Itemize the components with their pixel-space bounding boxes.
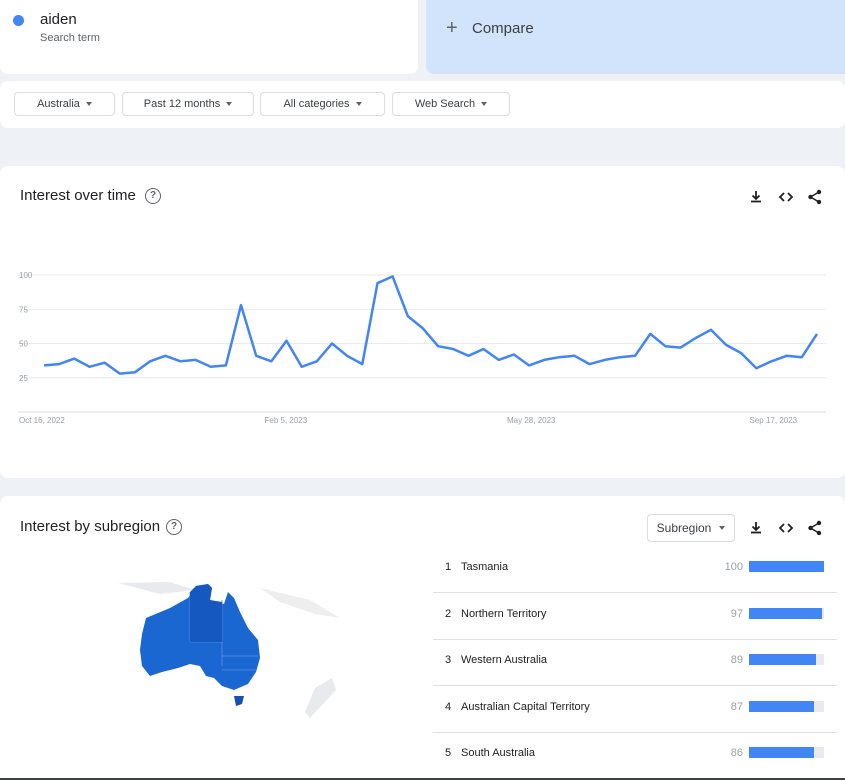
subregion-bar-fill	[749, 747, 814, 758]
filter-time[interactable]: Past 12 months	[122, 92, 254, 116]
x-tick-label: Sep 17, 2023	[750, 416, 798, 425]
subregion-row[interactable]: 4 Australian Capital Territory 87	[433, 686, 837, 733]
y-tick-label: 25	[19, 374, 28, 383]
subregion-name: Northern Territory	[461, 607, 547, 620]
subregion-bar-track	[749, 700, 824, 712]
subregion-bar-track	[749, 561, 824, 572]
subregion-bar-fill	[749, 654, 816, 665]
dropdown-caret-icon	[719, 526, 726, 530]
subregion-row[interactable]: 2 Northern Territory 97	[433, 593, 837, 640]
subregion-rank: 4	[445, 700, 452, 713]
subregion-rank: 5	[445, 747, 452, 759]
subregion-select-label: Subregion	[656, 521, 712, 535]
search-term-card[interactable]: aiden Search term	[0, 0, 418, 74]
dropdown-caret-icon	[355, 102, 362, 106]
subregion-name: Western Australia	[461, 654, 548, 666]
subregion-value: 87	[730, 700, 743, 713]
filter-time-label: Past 12 months	[143, 98, 221, 110]
subregion-row[interactable]: 3 Western Australia 89	[433, 639, 837, 686]
subregion-value: 86	[730, 747, 743, 759]
x-tick-label: Oct 16, 2022	[19, 416, 65, 425]
filter-search-type-label: Web Search	[414, 98, 476, 110]
subregion-bar-fill	[749, 607, 822, 619]
subregion-map[interactable]	[110, 578, 350, 728]
help-icon[interactable]: ?	[145, 188, 161, 204]
share-icon[interactable]	[806, 519, 824, 537]
subregion-bar-track	[749, 747, 824, 758]
filter-search-type[interactable]: Web Search	[392, 92, 510, 116]
plus-icon: +	[446, 17, 458, 39]
search-term-subtitle: Search term	[40, 32, 100, 44]
subregion-name: Tasmania	[461, 561, 509, 573]
tasmania-region	[234, 696, 244, 706]
y-tick-label: 50	[19, 340, 28, 349]
series-color-dot	[13, 15, 24, 26]
subregion-bar-fill	[749, 561, 824, 572]
y-tick-label: 75	[19, 305, 28, 314]
series-line	[43, 275, 819, 375]
help-icon[interactable]: ?	[166, 519, 182, 535]
filter-region[interactable]: Australia	[14, 92, 115, 116]
subregion-value: 89	[730, 654, 743, 666]
subregion-name: South Australia	[461, 747, 535, 759]
subregion-row[interactable]: 1 Tasmania 100	[433, 546, 837, 593]
dropdown-caret-icon	[226, 102, 233, 106]
filter-category[interactable]: All categories	[260, 92, 385, 116]
subregion-rank: 2	[445, 607, 452, 620]
share-icon[interactable]	[806, 188, 824, 206]
compare-button[interactable]: + Compare	[426, 0, 845, 74]
map-background-land	[260, 588, 340, 618]
search-term-name: aiden	[40, 11, 77, 28]
compare-label: Compare	[472, 20, 534, 37]
dropdown-caret-icon	[85, 102, 92, 106]
embed-icon[interactable]	[777, 519, 795, 537]
download-icon[interactable]	[747, 188, 765, 206]
x-tick-label: May 28, 2023	[507, 416, 556, 425]
map-background-land	[305, 678, 336, 718]
y-tick-label: 100	[19, 271, 33, 280]
interest-by-subregion-title: Interest by subregion	[20, 518, 161, 535]
subregion-row[interactable]: 5 South Australia 86	[433, 732, 837, 778]
subregion-value: 100	[724, 561, 743, 573]
subregion-bar-track	[749, 654, 824, 665]
subregion-rank: 1	[445, 561, 452, 573]
subregion-rank: 3	[445, 654, 452, 666]
embed-icon[interactable]	[777, 188, 795, 206]
subregion-select[interactable]: Subregion	[647, 514, 735, 542]
dropdown-caret-icon	[481, 102, 488, 106]
filter-category-label: All categories	[283, 98, 350, 110]
x-tick-label: Feb 5, 2023	[265, 416, 308, 425]
filter-bar: Australia Past 12 months All categories …	[0, 81, 845, 128]
map-background-land	[118, 582, 195, 594]
subregion-value: 97	[730, 607, 743, 620]
interest-over-time-chart: 100 75 50 25 Oct 16, 2022 Feb 5, 2023 May 28, …	[18, 271, 826, 425]
subregion-bar-fill	[749, 700, 815, 712]
interest-over-time-title: Interest over time	[20, 187, 136, 204]
filter-region-label: Australia	[37, 98, 80, 110]
subregion-bar-track	[749, 607, 824, 619]
subregion-name: Australian Capital Territory	[461, 700, 590, 713]
download-icon[interactable]	[747, 519, 765, 537]
northern-territory-region	[190, 584, 222, 642]
